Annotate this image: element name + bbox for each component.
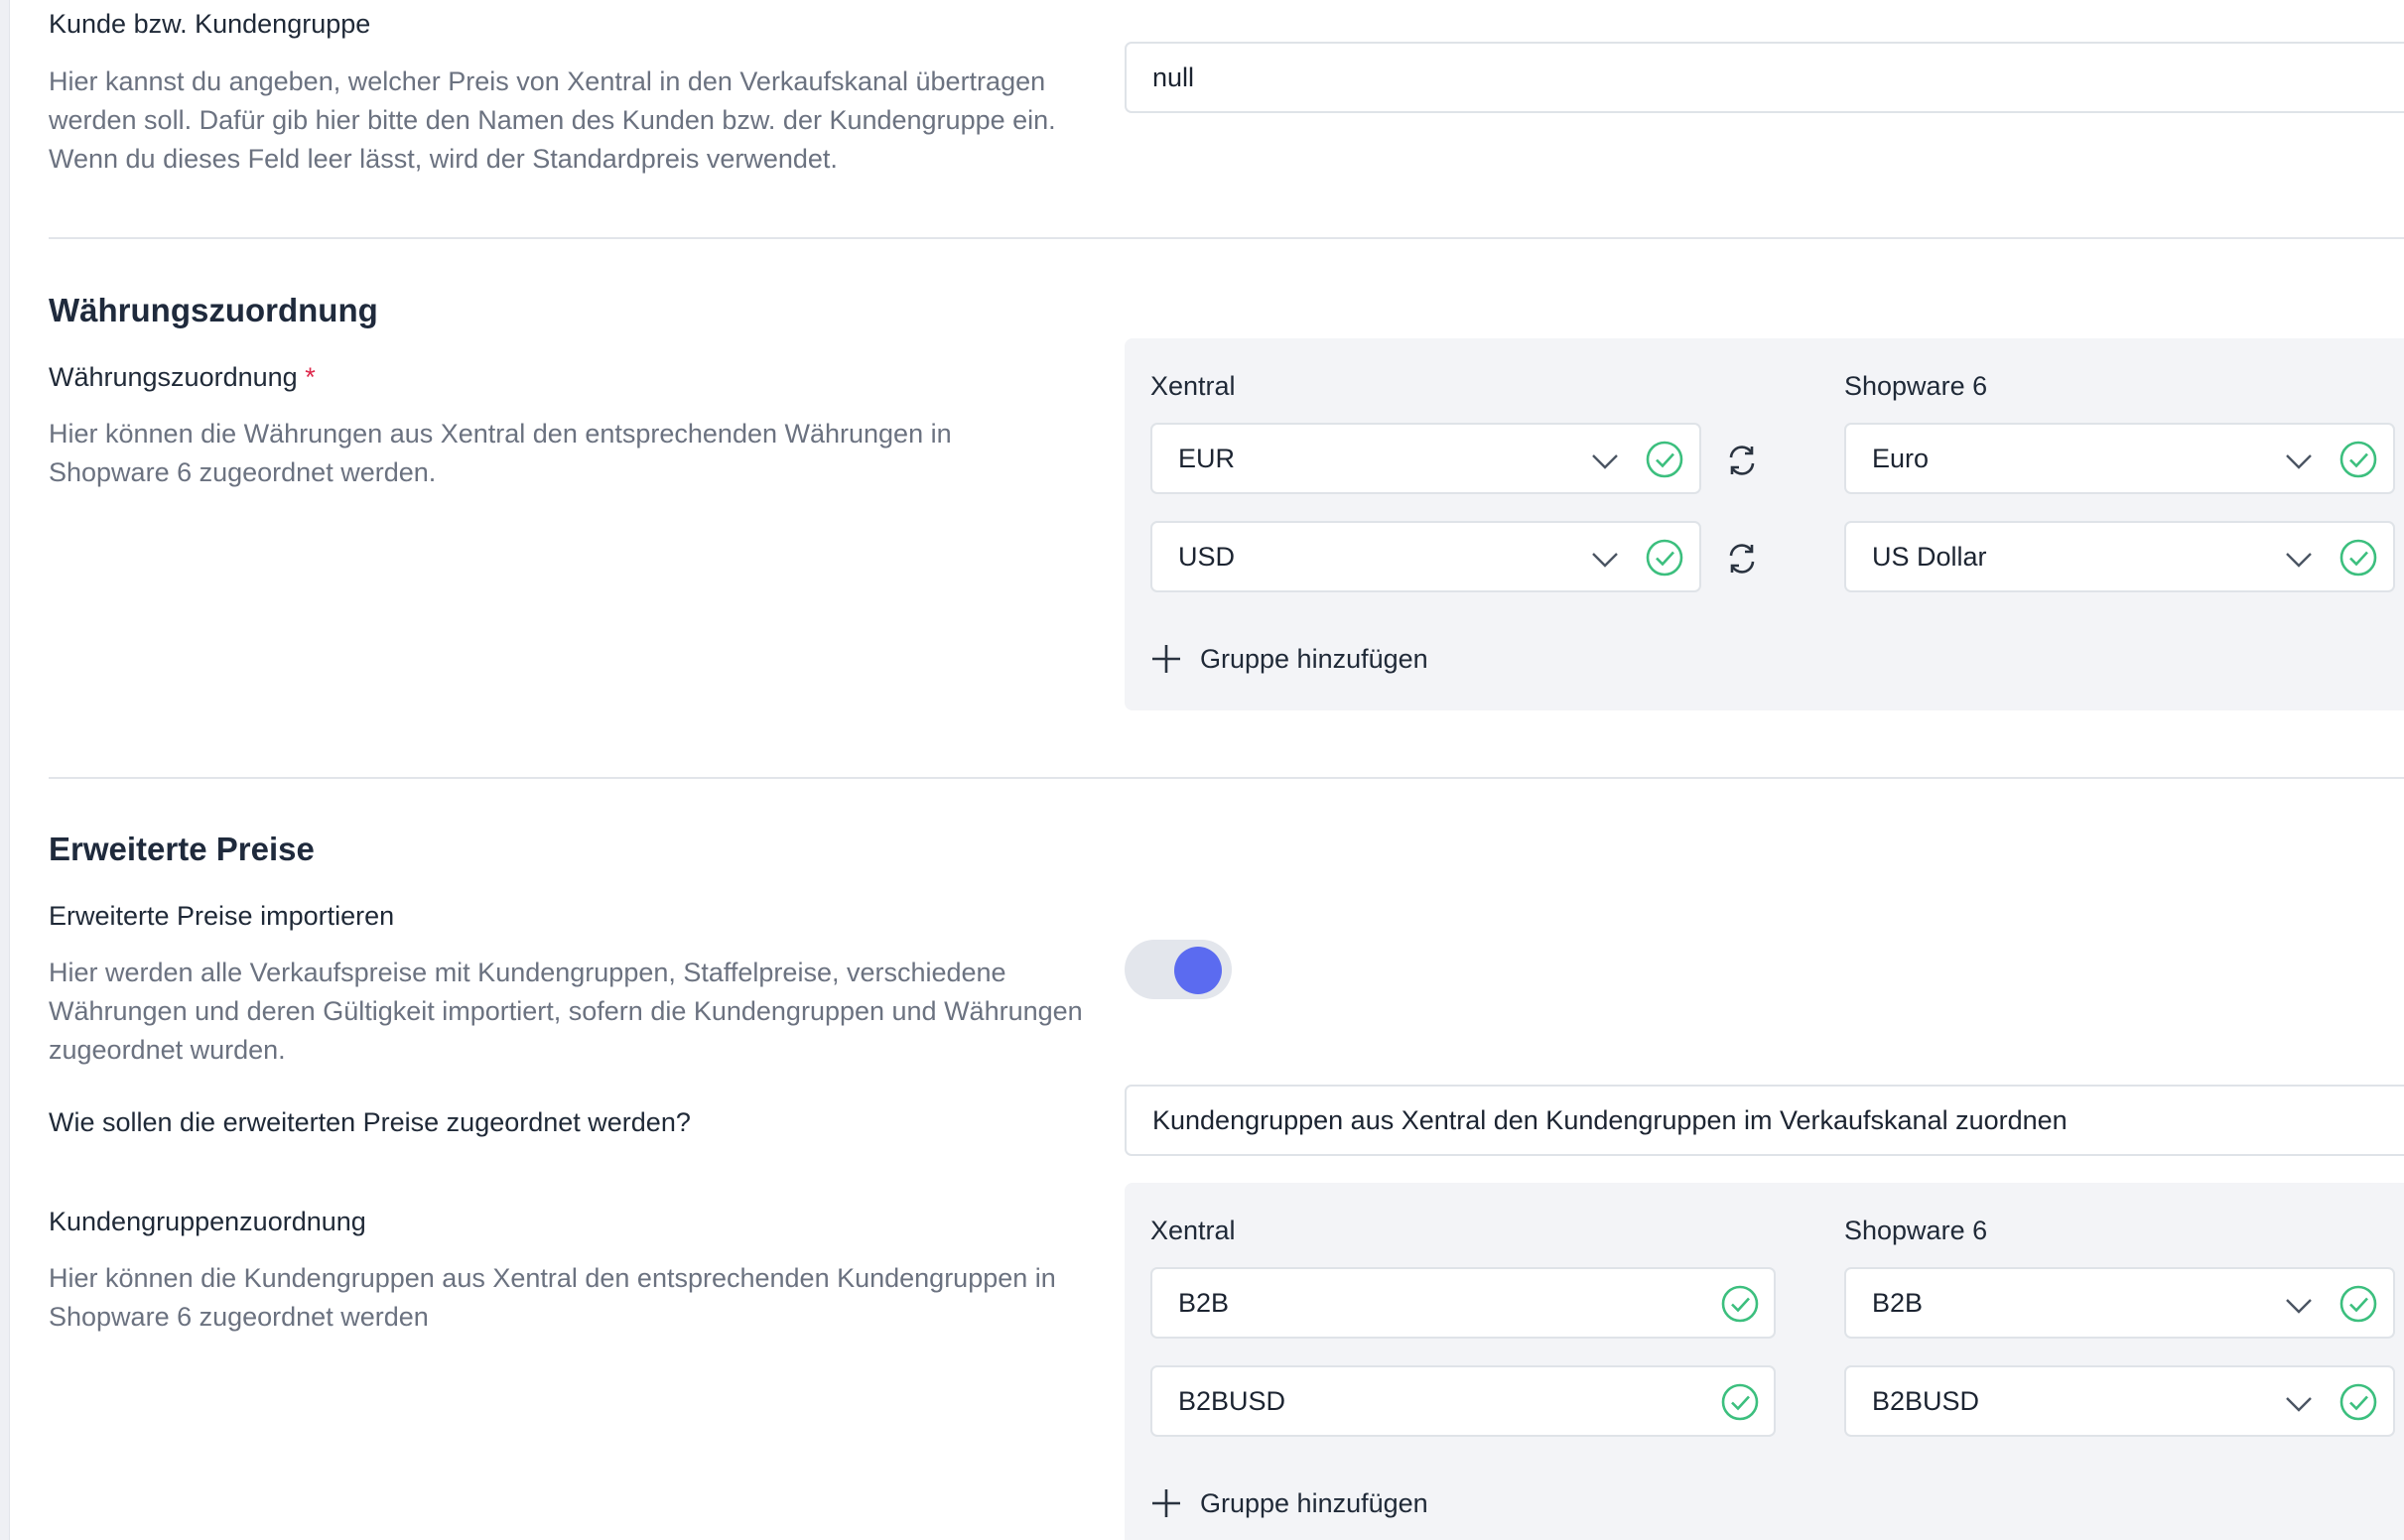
shopware-column-header: Shopware 6 bbox=[1844, 371, 1988, 401]
check-circle-icon bbox=[2339, 1285, 2377, 1323]
xentral-column-header: Xentral bbox=[1150, 1216, 1236, 1245]
currency-mapping-panel: Xentral Shopware 6 EUR Euro USD US Dolla… bbox=[1125, 338, 2404, 710]
plus-icon bbox=[1152, 1489, 1180, 1517]
customer-group-description: Hier kannst du angeben, welcher Preis vo… bbox=[49, 66, 1056, 174]
customer-group-mapping-panel: Xentral Shopware 6 B2B B2B B2BUSD B2BUSD… bbox=[1125, 1183, 2404, 1540]
shopware-column-header: Shopware 6 bbox=[1844, 1216, 1988, 1245]
check-circle-icon bbox=[1721, 1285, 1759, 1323]
check-circle-icon bbox=[1646, 539, 1683, 577]
customer-group-xentral-value: B2BUSD bbox=[1178, 1386, 1286, 1416]
mapping-question-label: Wie sollen die erweiterten Preise zugeor… bbox=[49, 1107, 691, 1137]
advanced-prices-toggle[interactable] bbox=[1125, 940, 1232, 999]
customer-group-shopware-select[interactable]: B2BUSD bbox=[1844, 1365, 2395, 1437]
advanced-prices-title: Erweiterte Preise bbox=[49, 831, 315, 867]
customer-group-shopware-select[interactable]: B2B bbox=[1844, 1267, 2395, 1339]
currency-xentral-select[interactable]: EUR bbox=[1150, 423, 1701, 494]
currency-description: Hier können die Währungen aus Xentral de… bbox=[49, 419, 952, 487]
check-circle-icon bbox=[1646, 441, 1683, 478]
xentral-column-header: Xentral bbox=[1150, 371, 1236, 401]
customer-group-xentral-value: B2B bbox=[1178, 1288, 1230, 1318]
left-edge bbox=[0, 0, 10, 1540]
customer-group-label: Kunde bzw. Kundengruppe bbox=[49, 9, 371, 39]
customer-group-add-group-button[interactable]: Gruppe hinzufügen bbox=[1150, 1487, 1428, 1519]
currency-field-label-text: Währungszuordnung bbox=[49, 362, 298, 392]
plus-icon bbox=[1152, 645, 1180, 673]
divider bbox=[49, 237, 2404, 239]
toggle-knob bbox=[1174, 947, 1222, 994]
add-group-label: Gruppe hinzufügen bbox=[1200, 1487, 1428, 1518]
chevron-down-icon bbox=[2286, 454, 2312, 469]
currency-shopware-value: Euro bbox=[1872, 444, 1930, 473]
swap-icon[interactable] bbox=[1722, 539, 1762, 578]
chevron-down-icon bbox=[1592, 553, 1618, 568]
chevron-down-icon bbox=[2286, 553, 2312, 568]
chevron-down-icon bbox=[1592, 454, 1618, 469]
currency-shopware-select[interactable]: Euro bbox=[1844, 423, 2395, 494]
advanced-prices-import-label: Erweiterte Preise importieren bbox=[49, 901, 395, 931]
currency-section-title: Währungszuordnung bbox=[49, 292, 378, 328]
currency-xentral-select[interactable]: USD bbox=[1150, 521, 1701, 592]
currency-xentral-value: EUR bbox=[1178, 444, 1236, 473]
customer-group-xentral-input[interactable]: B2BUSD bbox=[1150, 1365, 1776, 1437]
add-group-label: Gruppe hinzufügen bbox=[1200, 643, 1428, 674]
required-marker: * bbox=[305, 362, 316, 392]
advanced-prices-import-description: Hier werden alle Verkaufspreise mit Kund… bbox=[49, 958, 1083, 1065]
chevron-down-icon bbox=[2286, 1299, 2312, 1314]
currency-xentral-value: USD bbox=[1178, 542, 1236, 572]
swap-icon[interactable] bbox=[1722, 441, 1762, 480]
customer-group-input[interactable]: null bbox=[1125, 42, 2404, 113]
check-circle-icon bbox=[1721, 1383, 1759, 1421]
currency-add-group-button[interactable]: Gruppe hinzufügen bbox=[1150, 643, 1428, 675]
mapping-mode-select[interactable]: Kundengruppen aus Xentral den Kundengrup… bbox=[1125, 1085, 2404, 1156]
chevron-down-icon bbox=[2286, 1397, 2312, 1412]
check-circle-icon bbox=[2339, 539, 2377, 577]
divider bbox=[49, 777, 2404, 779]
currency-shopware-value: US Dollar bbox=[1872, 542, 1987, 572]
check-circle-icon bbox=[2339, 441, 2377, 478]
customer-group-xentral-input[interactable]: B2B bbox=[1150, 1267, 1776, 1339]
customer-group-mapping-label: Kundengruppenzuordnung bbox=[49, 1207, 366, 1236]
settings-page: Kunde bzw. Kundengruppe Hier kannst du a… bbox=[0, 0, 2404, 1540]
currency-field-label: Währungszuordnung * bbox=[49, 359, 316, 395]
check-circle-icon bbox=[2339, 1383, 2377, 1421]
currency-shopware-select[interactable]: US Dollar bbox=[1844, 521, 2395, 592]
customer-group-shopware-value: B2BUSD bbox=[1872, 1386, 1980, 1416]
customer-group-mapping-description: Hier können die Kundengruppen aus Xentra… bbox=[49, 1263, 1056, 1332]
customer-group-shopware-value: B2B bbox=[1872, 1288, 1924, 1318]
